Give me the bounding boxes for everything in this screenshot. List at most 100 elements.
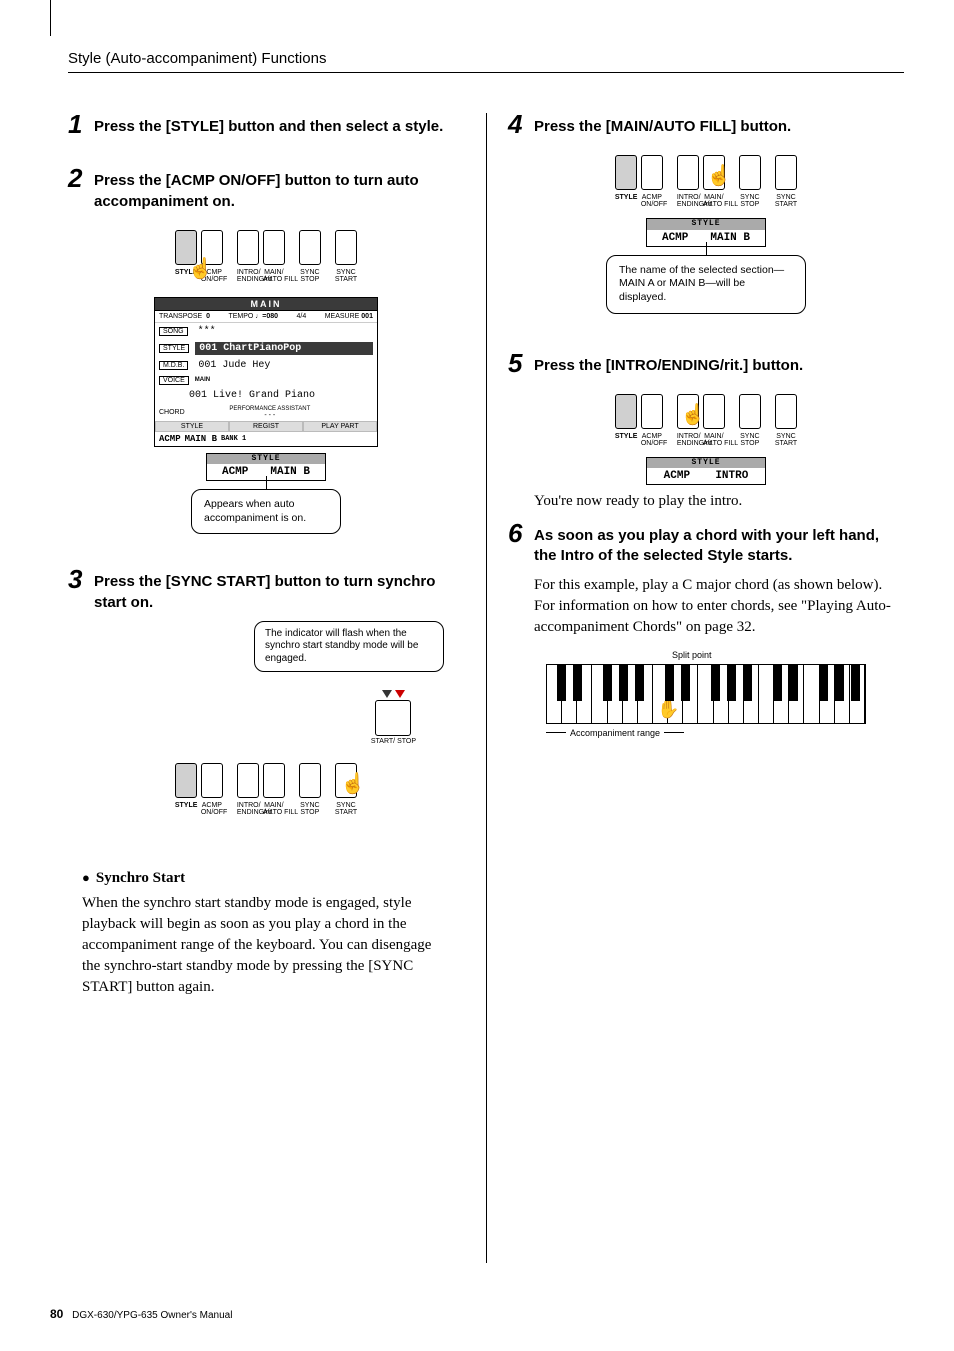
intro-button [237,230,259,265]
start-stop-unit: START/ STOP [371,690,416,745]
lcd-bar-mainb: MAIN B [270,466,310,478]
button-row-step5: STYLE ACMP ON/OFF INTRO/ ENDING/rit. MAI… [508,394,904,447]
lcd-voice-indicator: MAIN [195,377,210,383]
lcd-tempo-val: ♩=080 [255,313,278,320]
callout-syncstart-text: The indicator will flash when the synchr… [265,628,418,664]
syncstart-button [335,230,357,265]
lcd-mainb: MAIN B [185,434,217,444]
style-button [175,230,197,265]
lcd-bar-acmp: ACMP [662,232,688,244]
led-icon [382,690,392,698]
lcd-style-bar-step5: STYLE ACMP INTRO [646,457,766,485]
lcd-style-tag: STYLE [159,344,189,353]
style-button [615,155,637,190]
keyboard-diagram: ✋ [546,664,866,724]
syncstop-button [299,763,321,798]
lcd-bar-acmp: ACMP [664,470,690,482]
acmp-label: ACMP ON/OFF [641,194,663,208]
step-5-number: 5 [508,352,526,376]
main-label: MAIN/ AUTO FILL [703,194,725,208]
main-label: MAIN/ AUTO FILL [263,269,285,283]
intro-label: INTRO/ ENDING/rit. [677,194,699,208]
syncstart-label: SYNC START [335,269,357,283]
style-button [175,763,197,798]
lcd-measure-label: MEASURE [325,313,360,320]
syncstop-label: SYNC STOP [300,269,319,283]
acmp-label: ACMP ON/OFF [201,802,223,816]
step-1-text: Press the [STYLE] button and then select… [94,113,443,137]
synchro-body: When the synchro start standby mode is e… [82,893,450,998]
step-4-number: 4 [508,113,526,137]
main-button [263,230,285,265]
syncstart-label: SYNC START [335,802,357,816]
syncstart-button [335,763,357,798]
acmp-button [641,394,663,429]
acmp-label: ACMP ON/OFF [641,433,663,447]
lcd-header: MAIN [155,298,377,311]
lcd-measure-val: 001 [361,313,373,320]
synchro-heading: Synchro Start [82,870,450,887]
lcd-transpose-label: TRANSPOSE [159,313,202,320]
main-label: MAIN/ AUTO FILL [703,433,725,447]
lcd-mdb-tag: M.D.B. [159,361,188,370]
step-2-text: Press the [ACMP ON/OFF] button to turn a… [94,167,464,212]
intro-button [677,394,699,429]
lcd-voice-val: 001 Live! Grand Piano [185,389,319,402]
step-6-number: 6 [508,522,526,567]
acmp-label: ACMP ON/OFF [201,269,223,283]
intro-label: INTRO/ ENDING/rit. [237,802,259,816]
lcd-strip-play: PLAY PART [303,421,377,432]
syncstop-button [739,155,761,190]
lcd-bar-head: STYLE [207,454,325,464]
synchro-note: Synchro Start When the synchro start sta… [68,858,464,1010]
step-2-number: 2 [68,167,86,212]
syncstop-label: SYNC STOP [740,194,759,208]
intro-button [237,763,259,798]
style-label: STYLE [615,194,637,208]
split-point-label: Split point [672,650,712,660]
acmp-button [641,155,663,190]
page-number: 80 [50,1307,63,1321]
callout-section-name: The name of the selected section—MAIN A … [606,255,806,314]
lcd-strip-style: STYLE [155,421,229,432]
column-divider [486,113,487,1263]
callout-acmp: Appears when auto accompaniment is on. [191,489,341,534]
lcd-timesig: 4/4 [297,313,307,320]
lcd-song-tag: SONG [159,327,188,336]
button-row-step4: STYLE ACMP ON/OFF INTRO/ ENDING/rit. MAI… [508,155,904,208]
lcd-bar-mainb: MAIN B [710,232,750,244]
lcd-pa-label: PERFORMANCE ASSISTANT [229,406,310,412]
lcd-mdb-val: 001 Jude Hey [194,359,274,372]
lcd-song-val: *** [194,325,220,338]
step5-body: You're now ready to play the intro. [534,491,904,512]
lcd-pa-val: - - - [229,412,310,419]
lcd-bar-head: STYLE [647,458,765,468]
syncstop-button [739,394,761,429]
lcd-bar-intro: INTRO [715,470,748,482]
intro-label: INTRO/ ENDING/rit. [677,433,699,447]
led-red-icon [395,690,405,698]
accomp-range-label: Accompaniment range [570,728,660,738]
acmp-button [201,763,223,798]
step6-body: For this example, play a C major chord (… [534,575,904,638]
start-stop-label: START/ STOP [371,738,416,745]
main-button [263,763,285,798]
syncstart-label: SYNC START [775,194,797,208]
lcd-voice-tag: VOICE [159,376,189,385]
lcd-bar-head: STYLE [647,219,765,229]
lcd-tempo-label: TEMPO [228,313,253,320]
step-5-text: Press the [INTRO/ENDING/rit.] button. [534,352,803,376]
style-label: STYLE [175,269,197,283]
lcd-acmp: ACMP [159,434,181,444]
lcd-chord-label: CHORD [159,409,185,416]
main-button [703,155,725,190]
style-label: STYLE [615,433,637,447]
intro-label: INTRO/ ENDING/rit. [237,269,259,283]
lcd-style-val: 001 ChartPianoPop [195,342,373,355]
hand-chord-icon: ✋ [657,699,679,720]
lcd-bank: BANK 1 [221,435,246,443]
callout-syncstart: The indicator will flash when the synchr… [254,621,444,673]
acmp-button [201,230,223,265]
lcd-main-screen: MAIN TRANSPOSE 0 TEMPO ♩=080 4/4 MEASURE… [154,297,378,447]
step-3-text: Press the [SYNC START] button to turn sy… [94,568,464,613]
